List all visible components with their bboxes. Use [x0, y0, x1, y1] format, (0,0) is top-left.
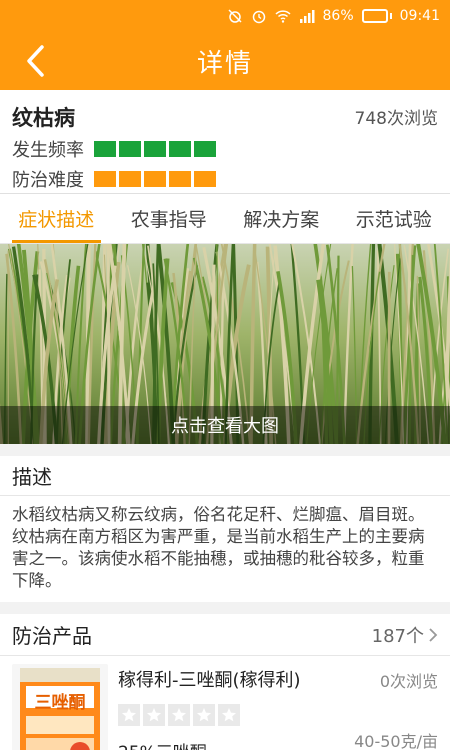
frequency-segment: [144, 141, 166, 157]
difficulty-label: 防治难度: [12, 170, 84, 191]
products-heading: 防治产品: [12, 624, 92, 648]
frequency-segment: [169, 141, 191, 157]
difficulty-segment: [194, 171, 216, 187]
detail-page: 86% 09:41 详情 纹枯病 748次浏览 发生频率 防治难度 症状描述 农…: [0, 0, 450, 750]
description-heading: 描述: [0, 456, 450, 496]
title-bar: 详情: [0, 32, 450, 90]
product-package-label: 三唑酮: [34, 693, 86, 713]
frequency-label: 发生频率: [12, 140, 84, 161]
products-header[interactable]: 防治产品 187个: [0, 614, 450, 656]
product-item[interactable]: 三唑酮 稼得利-三唑酮(稼得利) 0次浏览 25%三唑酮 40-50克/亩: [0, 656, 450, 750]
difficulty-segment: [94, 171, 116, 187]
battery-percent: 86%: [322, 8, 354, 24]
tab-solutions[interactable]: 解决方案: [225, 194, 338, 243]
star-icon: [143, 704, 165, 726]
product-dose: 40-50克/亩: [354, 732, 438, 750]
tab-symptoms[interactable]: 症状描述: [0, 194, 113, 243]
alarm-off-icon: [227, 8, 243, 24]
difficulty-segment: [169, 171, 191, 187]
disease-photo[interactable]: 点击查看大图: [0, 244, 450, 444]
product-views: 0次浏览: [379, 672, 438, 691]
view-count: 748次浏览: [354, 109, 438, 129]
back-button[interactable]: [18, 44, 52, 78]
chevron-left-icon: [27, 45, 44, 77]
description-text: 水稻纹枯病又称云纹病，俗名花足秆、烂脚瘟、眉目斑。纹枯病在南方稻区为害严重，是当…: [0, 496, 450, 602]
frequency-segment: [194, 141, 216, 157]
difficulty-row: 防治难度: [12, 166, 438, 192]
frequency-meter: [94, 141, 216, 157]
product-image: 三唑酮: [12, 664, 108, 750]
disease-summary: 纹枯病 748次浏览 发生频率 防治难度: [0, 90, 450, 194]
tab-demo-trials[interactable]: 示范试验: [338, 194, 450, 243]
signal-icon: [299, 8, 315, 24]
star-icon: [218, 704, 240, 726]
difficulty-segment: [144, 171, 166, 187]
clock: 09:41: [399, 8, 440, 24]
product-rating: [118, 704, 438, 726]
page-title: 详情: [196, 48, 253, 79]
view-large-image-caption[interactable]: 点击查看大图: [0, 406, 450, 444]
tab-bar: 症状描述 农事指导 解决方案 示范试验: [0, 194, 450, 244]
alarm-clock-icon: [251, 8, 267, 24]
status-bar: 86% 09:41: [0, 0, 450, 32]
frequency-segment: [94, 141, 116, 157]
frequency-row: 发生频率: [12, 136, 438, 162]
chevron-right-icon: [429, 627, 438, 642]
products-count-text: 187个: [371, 625, 424, 647]
star-icon: [168, 704, 190, 726]
star-icon: [118, 704, 140, 726]
frequency-segment: [119, 141, 141, 157]
difficulty-segment: [119, 171, 141, 187]
star-icon: [193, 704, 215, 726]
wifi-icon: [274, 8, 291, 24]
products-count: 187个: [372, 622, 438, 648]
tab-farming-guide[interactable]: 农事指导: [113, 194, 226, 243]
difficulty-meter: [94, 171, 216, 187]
battery-icon: [361, 9, 392, 23]
